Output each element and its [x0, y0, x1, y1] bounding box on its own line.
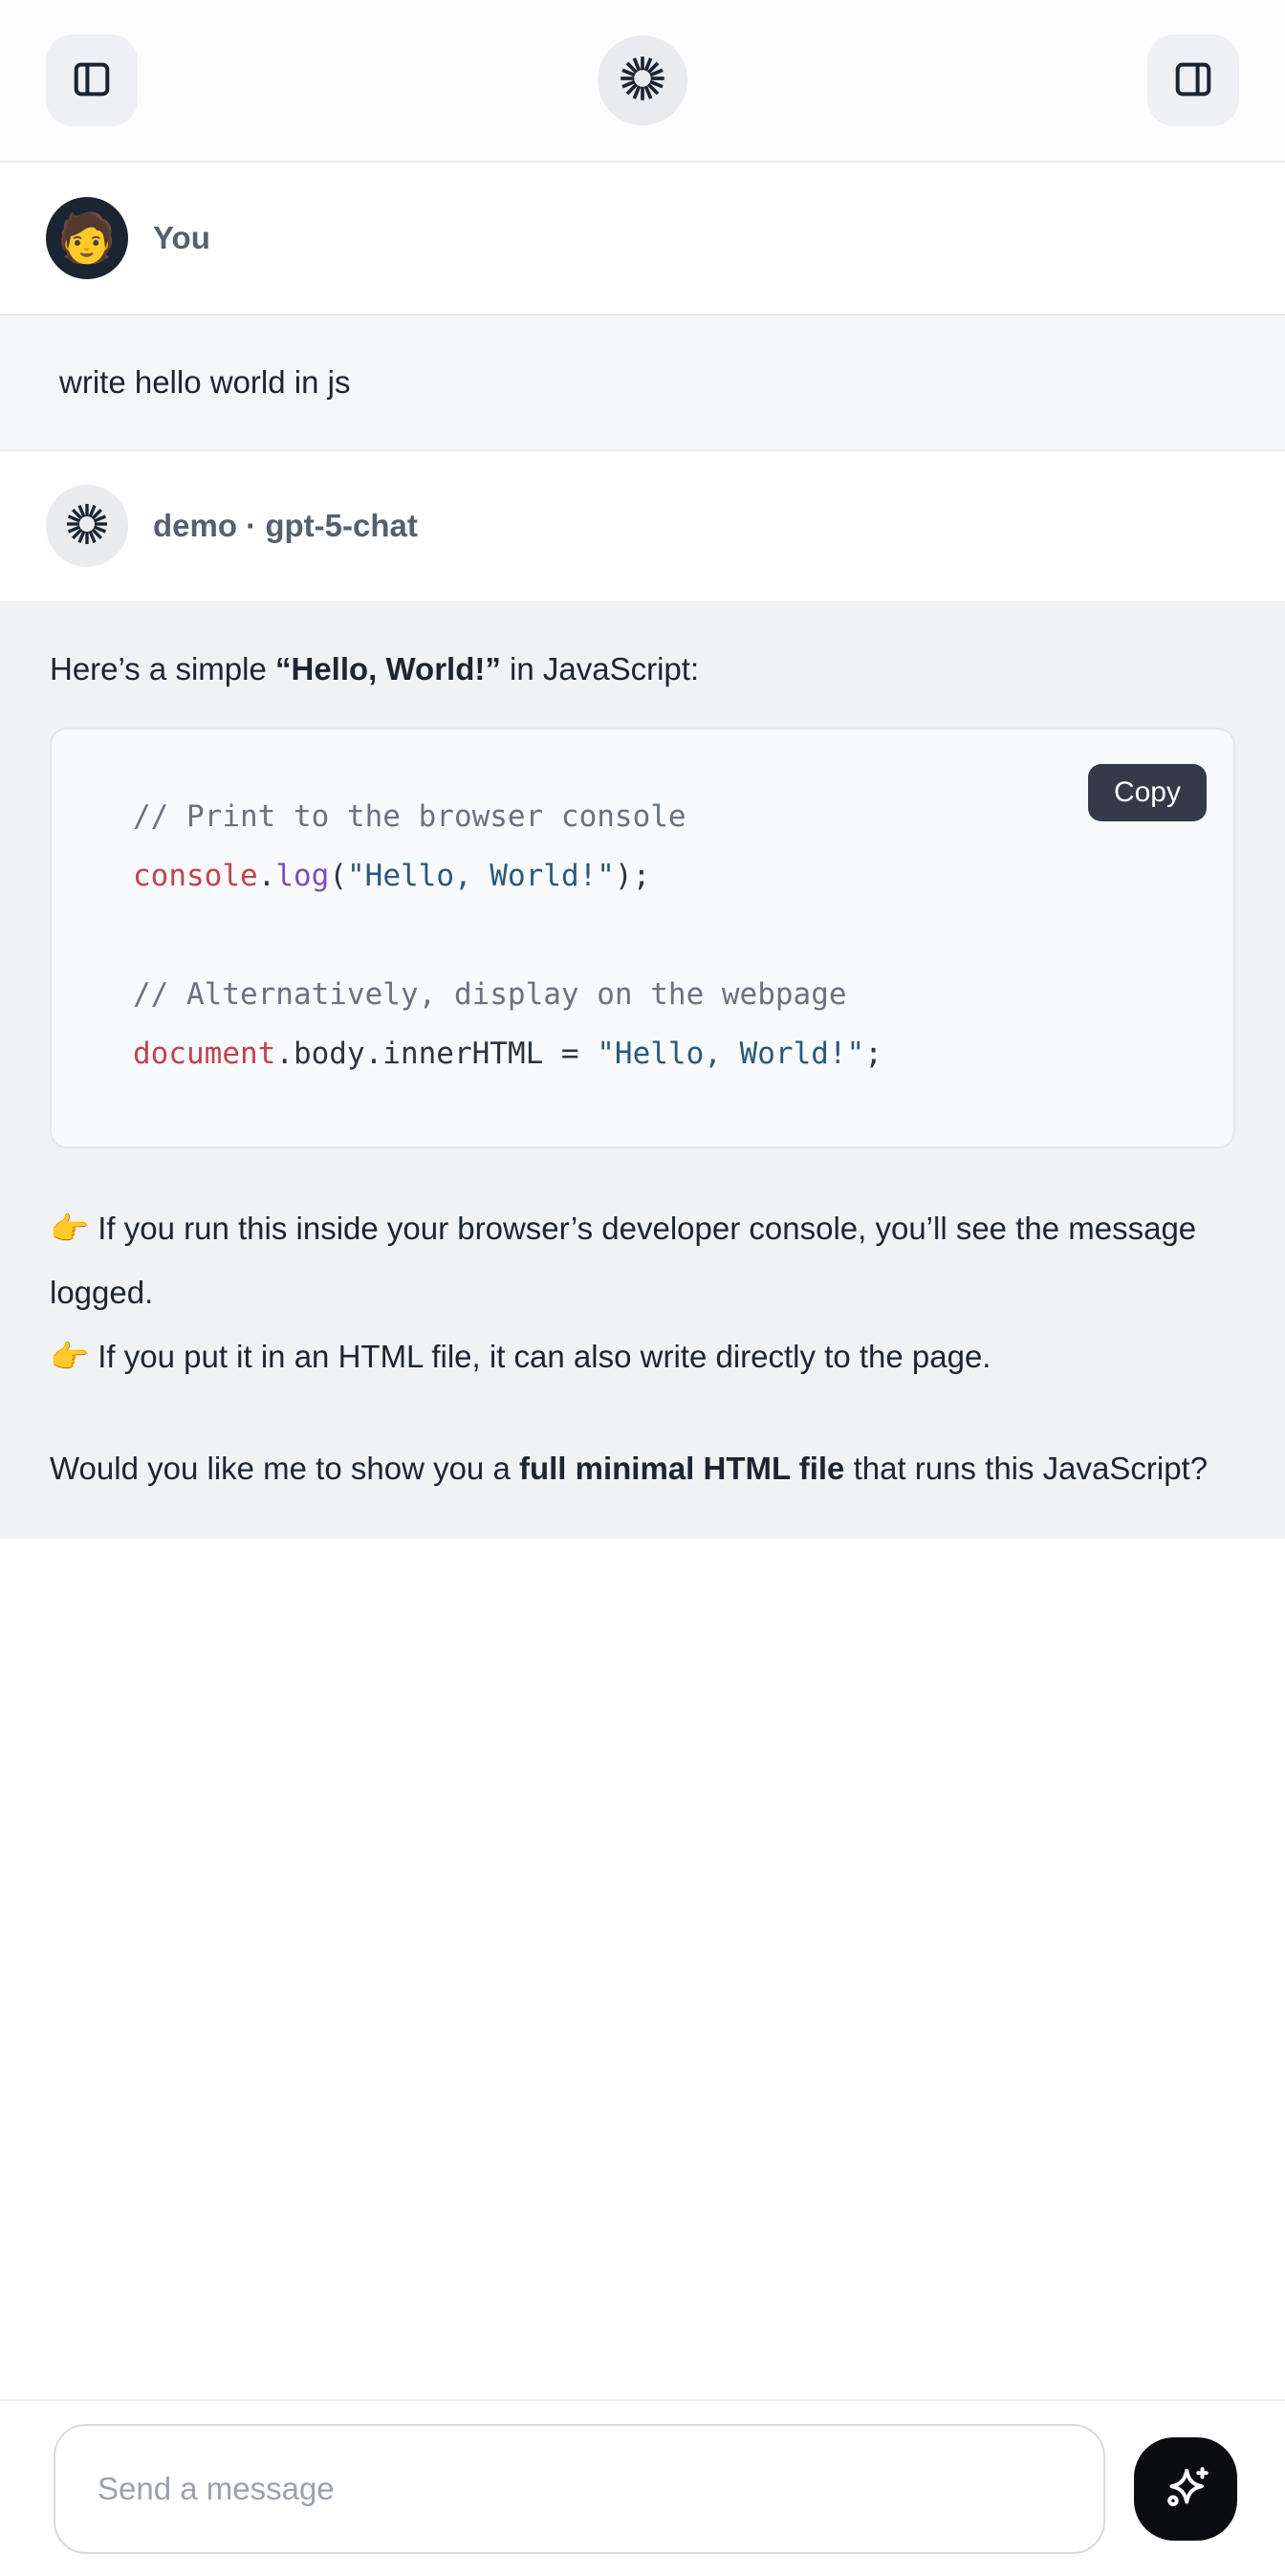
starburst-icon: [618, 54, 667, 108]
assistant-message: demo · gpt-5-chat Here’s a simple “Hello…: [0, 451, 1285, 1539]
user-author-label: You: [153, 220, 210, 256]
message-input[interactable]: [54, 2424, 1105, 2554]
right-panel-toggle-button[interactable]: [1147, 34, 1239, 126]
chat-app: 🧑 You write hello world in js demo · gpt…: [0, 0, 1285, 2576]
tips-paragraph: 👉 If you run this inside your browser’s …: [50, 1196, 1235, 1388]
copy-code-button[interactable]: Copy: [1088, 764, 1207, 821]
assistant-avatar: [46, 485, 128, 567]
sparkle-plus-icon: [1158, 2460, 1213, 2519]
assistant-message-body: Here’s a simple “Hello, World!” in JavaS…: [0, 600, 1285, 1539]
composer-bar: [0, 2399, 1285, 2576]
code-block: Copy // Print to the browser consolecons…: [50, 728, 1235, 1148]
panel-left-icon: [70, 57, 114, 104]
intro-paragraph: Here’s a simple “Hello, World!” in JavaS…: [50, 637, 1235, 701]
user-message-header: 🧑 You: [0, 163, 1285, 314]
user-message: 🧑 You write hello world in js: [0, 163, 1285, 451]
user-message-body: write hello world in js: [0, 314, 1285, 451]
user-message-text: write hello world in js: [59, 364, 350, 401]
code-content: // Print to the browser consoleconsole.l…: [133, 787, 1195, 1083]
send-button[interactable]: [1134, 2437, 1237, 2541]
person-emoji: 🧑: [57, 214, 117, 262]
chat-empty-space: [0, 1539, 1285, 2399]
followup-paragraph: Would you like me to show you a full min…: [50, 1436, 1235, 1500]
sidebar-toggle-button[interactable]: [46, 34, 138, 126]
top-bar: [0, 0, 1285, 163]
panel-right-icon: [1171, 57, 1215, 104]
app-logo: [598, 35, 687, 125]
assistant-author-label: demo · gpt-5-chat: [153, 508, 418, 544]
assistant-message-header: demo · gpt-5-chat: [0, 451, 1285, 600]
user-avatar: 🧑: [46, 197, 128, 279]
starburst-icon: [64, 501, 110, 552]
